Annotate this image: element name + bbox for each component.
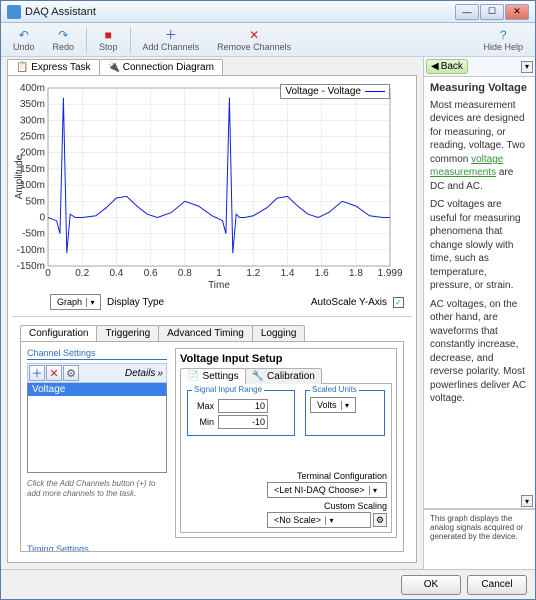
chart-area: Voltage - Voltage -150m-100m-50m050m100m… (12, 80, 412, 290)
remove-channels-button[interactable]: ✕Remove Channels (211, 26, 297, 54)
channel-list[interactable]: Voltage (27, 383, 167, 473)
autoscale-checkbox[interactable]: ✓ (393, 297, 404, 308)
svg-text:0.8: 0.8 (178, 268, 192, 279)
svg-text:0: 0 (39, 212, 45, 223)
calibration-icon: 🔧 (252, 371, 264, 382)
chevron-down-icon: ▾ (369, 486, 381, 495)
close-button[interactable]: ✕ (505, 4, 529, 20)
chevron-down-icon: ▾ (86, 298, 98, 307)
window-title: DAQ Assistant (25, 6, 455, 18)
svg-text:250m: 250m (20, 132, 45, 143)
tab-express-task[interactable]: 📋 Express Task (7, 59, 100, 75)
svg-text:-100m: -100m (17, 245, 45, 256)
custom-scaling-label: Custom Scaling (267, 501, 387, 511)
channel-settings-title: Channel Settings (27, 348, 167, 360)
svg-text:300m: 300m (20, 115, 45, 126)
add-channels-button[interactable]: ＋Add Channels (137, 26, 206, 54)
svg-text:0.6: 0.6 (144, 268, 158, 279)
tab-advanced-timing[interactable]: Advanced Timing (158, 325, 253, 341)
help-collapse-button[interactable]: ▾ (521, 61, 533, 73)
redo-button[interactable]: ↷Redo (47, 26, 81, 54)
undo-icon: ↶ (17, 28, 31, 42)
svg-text:1.999: 1.999 (377, 268, 402, 279)
undo-button[interactable]: ↶Undo (7, 26, 41, 54)
maximize-button[interactable]: ☐ (480, 4, 504, 20)
scaling-wizard-button[interactable]: ⚙ (373, 513, 387, 527)
channel-config-button[interactable]: ⚙ (63, 365, 79, 381)
min-input[interactable] (218, 415, 268, 429)
svg-text:Time: Time (208, 280, 230, 290)
units-select[interactable]: Volts▾ (310, 397, 356, 413)
svg-text:0: 0 (45, 268, 51, 279)
tab-configuration[interactable]: Configuration (20, 325, 97, 341)
autoscale-label: AutoScale Y-Axis (311, 297, 387, 308)
terminal-config-label: Terminal Configuration (267, 471, 387, 481)
svg-text:-50m: -50m (22, 229, 45, 240)
svg-text:1.8: 1.8 (349, 268, 363, 279)
chevron-right-icon: » (157, 368, 163, 379)
channel-add-button[interactable]: ＋ (29, 365, 45, 381)
daq-assistant-window: DAQ Assistant — ☐ ✕ ↶Undo ↷Redo ■Stop ＋A… (0, 0, 536, 600)
app-icon (7, 5, 21, 19)
x-icon: ✕ (247, 28, 261, 42)
tab-triggering[interactable]: Triggering (96, 325, 159, 341)
stop-button[interactable]: ■Stop (93, 26, 124, 54)
back-arrow-icon: ◀ (431, 61, 439, 72)
ok-button[interactable]: OK (401, 575, 461, 595)
svg-text:Amplitude: Amplitude (14, 154, 25, 199)
svg-text:1.6: 1.6 (315, 268, 329, 279)
max-input[interactable] (218, 399, 268, 413)
hide-help-button[interactable]: ?Hide Help (477, 26, 529, 54)
titlebar: DAQ Assistant — ☐ ✕ (1, 1, 535, 23)
svg-text:1.2: 1.2 (246, 268, 260, 279)
hint-collapse-button[interactable]: ▾ (521, 495, 533, 507)
display-type-select[interactable]: Graph▾ (50, 294, 101, 310)
cancel-button[interactable]: Cancel (467, 575, 527, 595)
svg-text:-150m: -150m (17, 261, 45, 272)
redo-icon: ↷ (56, 28, 70, 42)
units-title: Scaled Units (310, 385, 359, 394)
plus-icon: ＋ (164, 28, 178, 42)
tab-settings[interactable]: 📄Settings (180, 368, 246, 384)
tab-logging[interactable]: Logging (252, 325, 306, 341)
chevron-down-icon: ▾ (341, 401, 353, 410)
channel-hint: Click the Add Channels button (+) to add… (27, 479, 167, 500)
channel-item-voltage[interactable]: Voltage (28, 383, 166, 396)
help-icon: ? (496, 28, 510, 42)
display-type-label: Display Type (107, 297, 164, 308)
timing-title: Timing Settings (27, 544, 397, 552)
chart-legend: Voltage - Voltage (280, 84, 390, 99)
help-p2: DC voltages are useful for measuring phe… (430, 198, 529, 293)
voltage-setup-title: Voltage Input Setup (180, 353, 392, 365)
voltage-chart[interactable]: -150m-100m-50m050m100m150m200m250m300m35… (12, 80, 412, 290)
svg-text:0.2: 0.2 (75, 268, 89, 279)
help-title: Measuring Voltage (430, 81, 529, 96)
range-title: Signal Input Range (192, 385, 264, 394)
chevron-down-icon: ▾ (325, 516, 337, 525)
svg-text:400m: 400m (20, 83, 45, 94)
tab-connection-diagram[interactable]: 🔌 Connection Diagram (99, 59, 223, 75)
custom-scaling-select[interactable]: <No Scale>▾ (267, 512, 371, 528)
tab-calibration[interactable]: 🔧Calibration (245, 368, 322, 384)
svg-text:0.4: 0.4 (109, 268, 123, 279)
settings-icon: 📄 (187, 371, 199, 382)
toolbar: ↶Undo ↷Redo ■Stop ＋Add Channels ✕Remove … (1, 23, 535, 57)
channel-remove-button[interactable]: ✕ (46, 365, 62, 381)
svg-text:1.4: 1.4 (281, 268, 295, 279)
help-p3: AC voltages, on the other hand, are wave… (430, 298, 529, 406)
svg-text:1: 1 (216, 268, 222, 279)
svg-text:50m: 50m (26, 196, 45, 207)
legend-swatch-icon (365, 91, 385, 93)
terminal-config-select[interactable]: <Let NI-DAQ Choose>▾ (267, 482, 387, 498)
help-back-button[interactable]: ◀Back (426, 59, 468, 74)
svg-text:350m: 350m (20, 99, 45, 110)
stop-icon: ■ (101, 28, 115, 42)
channel-details-button[interactable]: Details » (123, 368, 165, 379)
minimize-button[interactable]: — (455, 4, 479, 20)
hint-text: This graph displays the analog signals a… (424, 509, 535, 569)
